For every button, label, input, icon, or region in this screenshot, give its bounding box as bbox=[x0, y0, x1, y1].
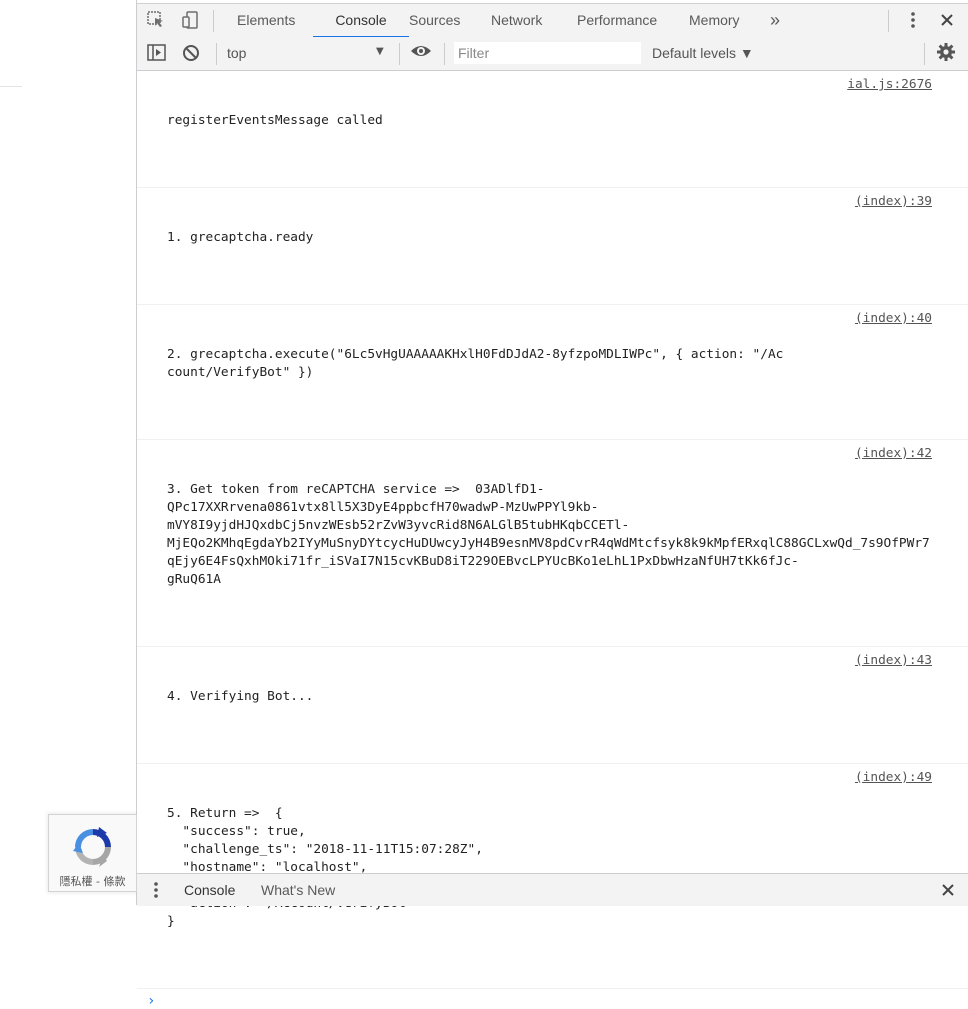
drawer-menu-icon[interactable] bbox=[153, 881, 159, 902]
console-toolbar: top ▼ Default levels ▼ bbox=[137, 37, 968, 71]
tab-network[interactable]: Network bbox=[491, 4, 542, 38]
console-message: 3. Get token from reCAPTCHA service => 0… bbox=[137, 440, 968, 647]
divider bbox=[888, 10, 889, 32]
live-expression-eye-icon[interactable] bbox=[410, 43, 432, 62]
kebab-menu-icon[interactable] bbox=[902, 9, 924, 31]
source-link[interactable]: (index):40 bbox=[855, 310, 932, 328]
message-text: 3. Get token from reCAPTCHA service => 0… bbox=[167, 482, 930, 587]
source-link[interactable]: (index):49 bbox=[855, 769, 932, 787]
settings-gear-icon[interactable] bbox=[936, 42, 956, 65]
recaptcha-legal: 隱私權 - 條款 bbox=[49, 873, 136, 889]
close-icon[interactable] bbox=[936, 9, 958, 31]
message-text: 5. Return => { "success": true, "challen… bbox=[167, 806, 483, 929]
device-toolbar-icon[interactable] bbox=[179, 9, 201, 31]
page-viewport: 隱私權 - 條款 bbox=[0, 0, 137, 905]
message-text: registerEventsMessage called bbox=[167, 113, 383, 128]
console-prompt[interactable]: › bbox=[137, 989, 968, 1009]
drawer-tab-whats-new[interactable]: What's New bbox=[261, 882, 335, 898]
console-message: 2. grecaptcha.execute("6Lc5vHgUAAAAAKHxl… bbox=[137, 305, 968, 440]
divider bbox=[213, 10, 214, 32]
terms-link[interactable]: 條款 bbox=[103, 875, 125, 888]
divider bbox=[399, 43, 400, 65]
tab-memory[interactable]: Memory bbox=[689, 4, 740, 38]
prompt-chevron-icon: › bbox=[147, 993, 156, 1009]
drawer-tab-console[interactable]: Console bbox=[184, 882, 235, 898]
console-message: 4. Verifying Bot... (index):43 bbox=[137, 647, 968, 764]
more-tabs-icon[interactable]: » bbox=[770, 4, 780, 38]
tab-elements[interactable]: Elements bbox=[237, 4, 295, 38]
privacy-link[interactable]: 隱私權 bbox=[60, 875, 93, 888]
log-levels-dropdown[interactable]: Default levels ▼ bbox=[652, 45, 754, 61]
divider bbox=[216, 43, 217, 65]
filter-input[interactable] bbox=[454, 42, 641, 64]
dropdown-arrow-icon[interactable]: ▼ bbox=[376, 46, 384, 57]
devtools-panel: Elements Console Sources Network Perform… bbox=[137, 0, 968, 1009]
source-link[interactable]: (index):39 bbox=[855, 193, 932, 211]
legal-separator: - bbox=[92, 875, 104, 888]
source-link[interactable]: (index):42 bbox=[855, 445, 932, 463]
sidebar-toggle-icon[interactable] bbox=[147, 43, 167, 66]
console-message: 1. grecaptcha.ready (index):39 bbox=[137, 188, 968, 305]
clear-console-icon[interactable] bbox=[181, 43, 201, 66]
tab-performance[interactable]: Performance bbox=[577, 4, 657, 38]
tab-sources[interactable]: Sources bbox=[409, 4, 460, 38]
message-text: 2. grecaptcha.execute("6Lc5vHgUAAAAAKHxl… bbox=[167, 347, 784, 380]
context-selector[interactable]: top bbox=[227, 45, 246, 61]
inspect-element-icon[interactable] bbox=[145, 9, 167, 31]
divider bbox=[444, 43, 445, 65]
console-output: registerEventsMessage called ial.js:2676… bbox=[137, 71, 968, 1009]
message-text: 1. grecaptcha.ready bbox=[167, 230, 314, 245]
tab-console[interactable]: Console bbox=[313, 4, 409, 38]
recaptcha-badge[interactable]: 隱私權 - 條款 bbox=[48, 814, 137, 892]
divider bbox=[0, 86, 22, 87]
drawer-close-icon[interactable] bbox=[941, 883, 955, 900]
source-link[interactable]: ial.js:2676 bbox=[847, 76, 932, 94]
devtools-tabbar: Elements Console Sources Network Perform… bbox=[137, 3, 968, 39]
divider bbox=[924, 43, 925, 65]
console-message: registerEventsMessage called ial.js:2676 bbox=[137, 71, 968, 188]
message-text: 4. Verifying Bot... bbox=[167, 689, 314, 704]
recaptcha-logo-icon bbox=[73, 827, 111, 867]
drawer-tabbar: Console What's New bbox=[137, 873, 968, 906]
source-link[interactable]: (index):43 bbox=[855, 652, 932, 670]
